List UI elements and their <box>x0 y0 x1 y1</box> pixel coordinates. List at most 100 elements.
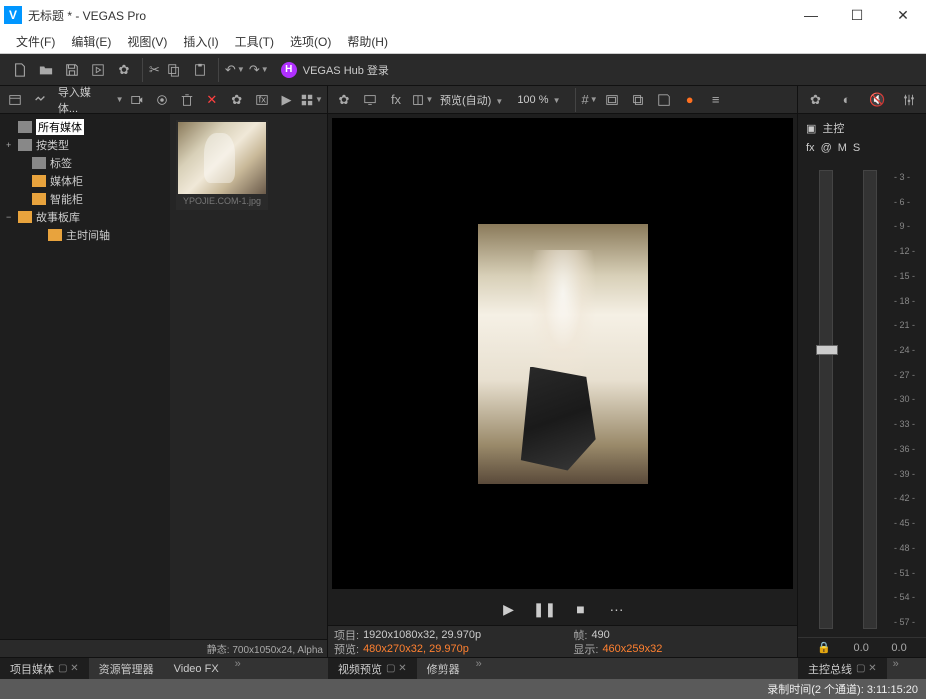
tree-item[interactable]: 智能柜 <box>4 190 166 208</box>
dim-icon[interactable]: ◐ <box>835 88 858 112</box>
snapshot-save-icon[interactable] <box>652 88 676 112</box>
tree-label: 标签 <box>50 155 72 171</box>
pause-button[interactable]: ❚❚ <box>531 595 559 623</box>
scale-tick: - 6 - <box>894 197 918 207</box>
tree-item[interactable]: 所有媒体 <box>4 118 166 136</box>
tree-item[interactable]: +按类型 <box>4 136 166 154</box>
preview-mode-dropdown[interactable]: 预览(自动) ▼ <box>436 92 507 108</box>
tab-close-icon[interactable]: ▢ ✕ <box>58 663 79 674</box>
minimize-button[interactable]: — <box>788 0 834 30</box>
tab[interactable]: Video FX <box>164 658 229 680</box>
tree-toggle-icon[interactable]: − <box>6 212 16 222</box>
menu-insert[interactable]: 插入(I) <box>175 30 226 54</box>
close-button[interactable]: ✕ <box>880 0 926 30</box>
statusbar: 录制时间(2 个通道): 3:11:15:20 <box>0 679 926 699</box>
preview-split-icon[interactable]: ▼ <box>410 88 434 112</box>
master-mute-button[interactable]: M <box>838 142 847 154</box>
zoom-dropdown[interactable]: 100 % ▼ <box>509 94 568 106</box>
get-media-icon[interactable] <box>150 88 173 112</box>
import-media-button[interactable]: 导入媒体... <box>54 86 113 116</box>
overlay-icon[interactable]: #▼ <box>575 88 598 112</box>
paste-icon[interactable] <box>188 58 212 82</box>
copy-icon[interactable] <box>162 58 186 82</box>
safe-area-icon[interactable] <box>600 88 624 112</box>
fader-left[interactable] <box>819 170 833 629</box>
scale-tick: - 39 - <box>894 469 918 479</box>
folder-icon <box>32 175 46 187</box>
tab-overflow-icon[interactable]: » <box>470 658 488 680</box>
undo-icon[interactable]: ↶▼ <box>218 58 245 82</box>
scale-tick: - 21 - <box>894 320 918 330</box>
save-icon[interactable] <box>60 58 84 82</box>
tab[interactable]: 项目媒体▢ ✕ <box>0 658 89 680</box>
media-view-icon[interactable]: ▼ <box>300 88 323 112</box>
media-fx-icon[interactable]: fx <box>250 88 273 112</box>
scale-tick: - 30 - <box>894 394 918 404</box>
media-toolbar: 导入媒体...▼ ✕ ✿ fx ▶ ▼ <box>0 86 327 114</box>
preview-fx-icon[interactable]: fx <box>384 88 408 112</box>
tree-item[interactable]: −故事板库 <box>4 208 166 226</box>
tab-label: 修剪器 <box>427 661 460 677</box>
disp-value: 460x259x32 <box>602 643 662 655</box>
preview-extmon-icon[interactable] <box>358 88 382 112</box>
maximize-button[interactable]: ☐ <box>834 0 880 30</box>
more-button[interactable]: ··· <box>603 595 631 623</box>
stop-button[interactable]: ■ <box>567 595 595 623</box>
new-icon[interactable] <box>8 58 32 82</box>
delete-icon[interactable]: ✕ <box>200 88 223 112</box>
tab[interactable]: 资源管理器 <box>89 658 164 680</box>
menu-edit[interactable]: 编辑(E) <box>63 30 119 54</box>
menu-help[interactable]: 帮助(H) <box>339 30 396 54</box>
tree-toggle-icon[interactable]: + <box>6 140 16 150</box>
master-header: ▣主控 fx @ M S <box>798 114 926 162</box>
mute-icon[interactable]: 🔇 <box>866 88 889 112</box>
fader-handle[interactable] <box>816 345 838 355</box>
capture-icon[interactable] <box>126 88 149 112</box>
tab[interactable]: 视频预览▢ ✕ <box>328 658 417 680</box>
media-settings-icon[interactable]: ✿ <box>225 88 248 112</box>
media-add-icon[interactable] <box>29 88 52 112</box>
import-caret-icon[interactable]: ▼ <box>116 95 124 104</box>
tab[interactable]: 主控总线▢ ✕ <box>798 658 887 680</box>
preview-more-icon[interactable]: ≡ <box>704 88 728 112</box>
master-settings-icon[interactable]: ✿ <box>804 88 827 112</box>
snapshot-copy-icon[interactable] <box>626 88 650 112</box>
tab-overflow-icon[interactable]: » <box>229 658 247 680</box>
menu-file[interactable]: 文件(F) <box>8 30 63 54</box>
lock-icon[interactable]: 🔒 <box>817 641 831 654</box>
tab[interactable]: 修剪器 <box>417 658 470 680</box>
scale-tick: - 51 - <box>894 568 918 578</box>
tree-item[interactable]: 标签 <box>4 154 166 172</box>
cut-icon[interactable]: ✂ <box>142 58 160 82</box>
redo-icon[interactable]: ↷▼ <box>247 58 271 82</box>
tab-close-icon[interactable]: ▢ ✕ <box>856 663 877 674</box>
media-play-icon[interactable]: ▶ <box>275 88 298 112</box>
preview-viewport[interactable] <box>332 118 793 589</box>
open-icon[interactable] <box>34 58 58 82</box>
menu-options[interactable]: 选项(O) <box>282 30 339 54</box>
prev-value: 480x270x32, 29.970p <box>363 643 469 655</box>
tree-item[interactable]: 媒体柜 <box>4 172 166 190</box>
media-thumbnail[interactable]: YPOJIE.COM-1.jpg <box>176 120 268 210</box>
play-button[interactable]: ▶ <box>495 595 523 623</box>
preview-settings-icon[interactable]: ✿ <box>332 88 356 112</box>
master-solo-button[interactable]: S <box>853 142 860 154</box>
tree-item[interactable]: 主时间轴 <box>4 226 166 244</box>
menu-tools[interactable]: 工具(T) <box>227 30 282 54</box>
vegas-logo-icon[interactable]: ● <box>678 88 702 112</box>
render-icon[interactable] <box>86 58 110 82</box>
remove-icon[interactable] <box>175 88 198 112</box>
master-automation-button[interactable]: @ <box>821 142 832 154</box>
media-props-icon[interactable] <box>4 88 27 112</box>
vegas-hub-button[interactable]: H VEGAS Hub 登录 <box>281 62 389 78</box>
media-grid[interactable]: YPOJIE.COM-1.jpg <box>170 114 327 639</box>
mixer-icon[interactable] <box>897 88 920 112</box>
properties-icon[interactable]: ✿ <box>112 58 136 82</box>
scale-tick: - 42 - <box>894 493 918 503</box>
tab-overflow-icon[interactable]: » <box>887 658 905 680</box>
menu-view[interactable]: 视图(V) <box>119 30 175 54</box>
preview-status: 项目:1920x1080x32, 29.970p 预览:480x270x32, … <box>328 625 797 657</box>
master-fx-button[interactable]: fx <box>806 142 815 154</box>
fader-right[interactable] <box>863 170 877 629</box>
tab-close-icon[interactable]: ▢ ✕ <box>386 663 407 674</box>
